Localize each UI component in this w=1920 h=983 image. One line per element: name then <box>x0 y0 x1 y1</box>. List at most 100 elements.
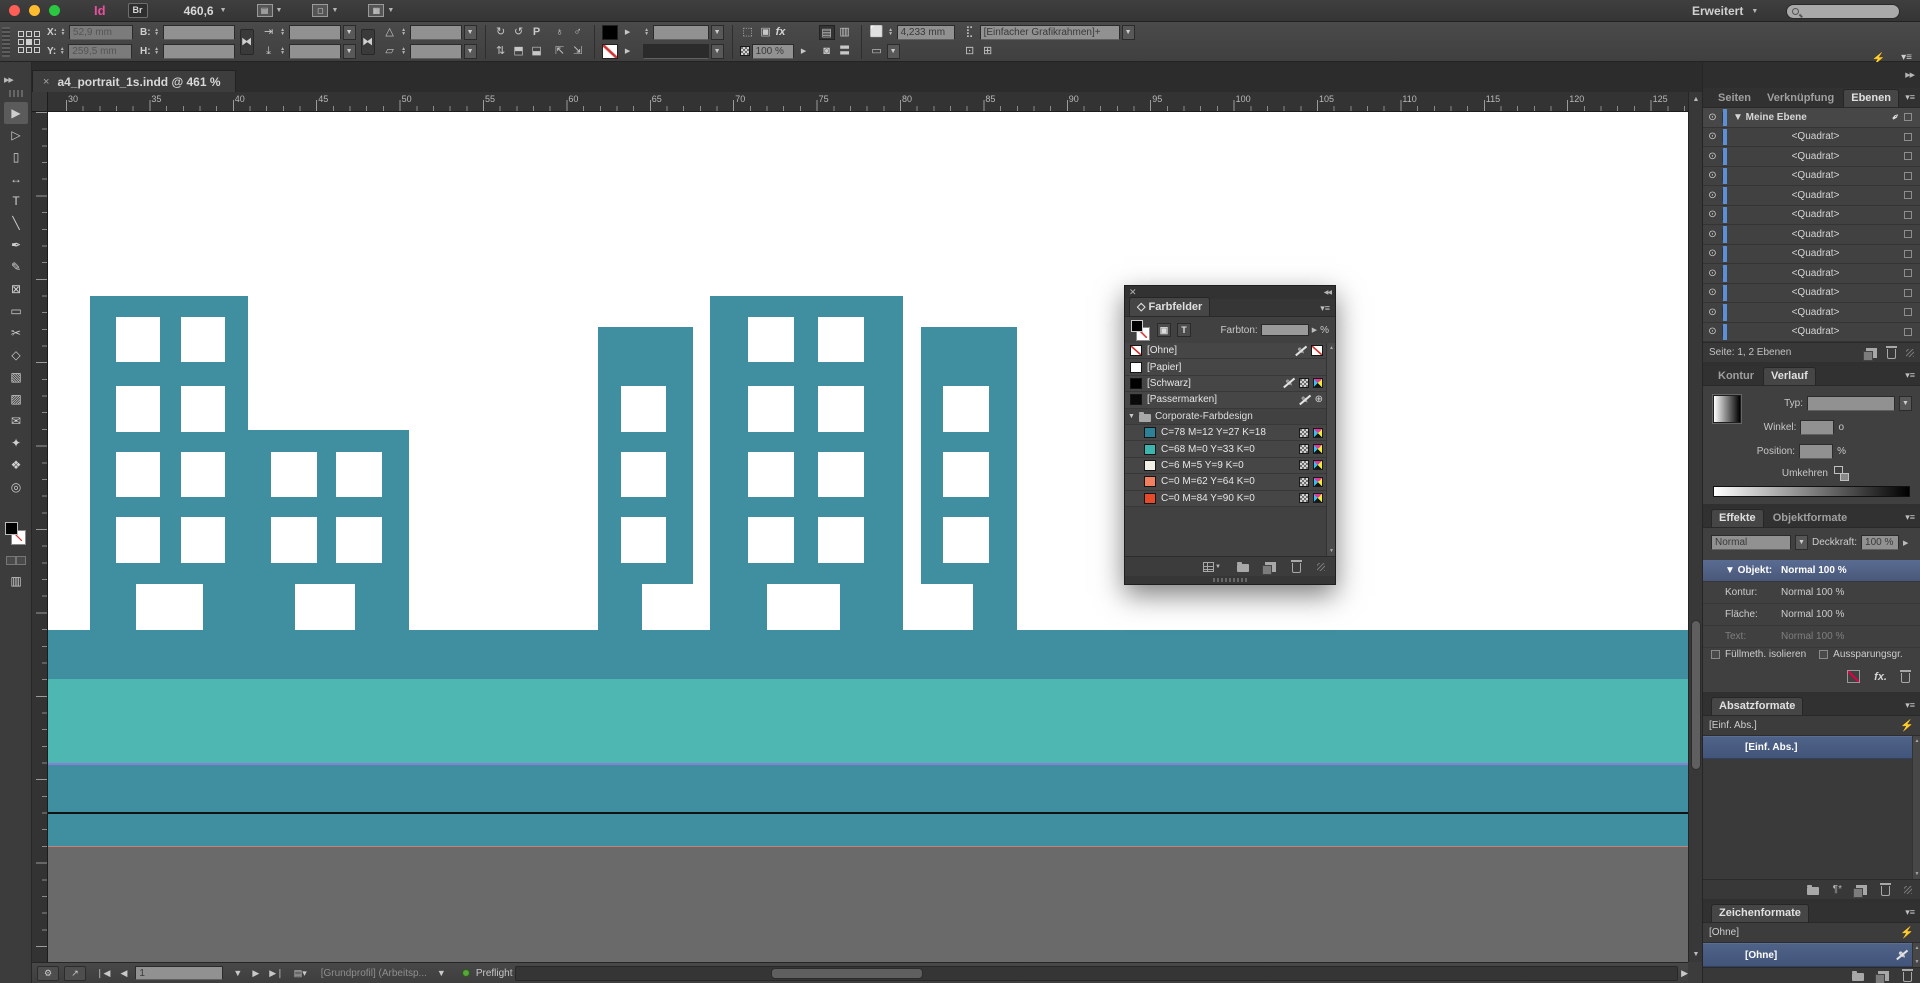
layer-object-row[interactable]: ⊙<Quadrat> <box>1703 147 1920 167</box>
page-number-field[interactable]: 1 <box>135 966 223 980</box>
object-select-box[interactable] <box>1904 289 1912 297</box>
layer-object-row[interactable]: ⊙<Quadrat> <box>1703 245 1920 265</box>
eye-icon[interactable]: ⊙ <box>1703 209 1723 220</box>
object-select-box[interactable] <box>1904 230 1912 238</box>
swatch-row[interactable]: [Passermarken]✎⊕ <box>1125 392 1335 408</box>
width-stepper[interactable]: ▲▼ <box>153 28 161 36</box>
reference-point-proxy[interactable] <box>18 31 40 53</box>
stroke-style-dropdown[interactable] <box>643 44 709 59</box>
gradient-ramp[interactable] <box>1713 486 1910 497</box>
object-select-box[interactable] <box>1904 191 1912 199</box>
preflight-profile-dropdown[interactable]: [Grundprofil] (Arbeitsp... <box>321 968 427 979</box>
flip-horizontal-button[interactable]: P <box>529 25 545 40</box>
line-tool-icon[interactable]: ╲ <box>4 212 28 234</box>
document-canvas[interactable] <box>48 112 1688 962</box>
fill-stroke-proxy[interactable] <box>5 522 27 546</box>
eye-icon[interactable]: ⊙ <box>1703 190 1723 201</box>
chevron-down-icon[interactable]: ▼ <box>464 25 477 40</box>
workspace-switcher[interactable]: Erweitert ▼ <box>1692 4 1758 18</box>
eye-icon[interactable]: ⊙ <box>1703 326 1723 337</box>
constrain-proportions-link-icon[interactable]: ⧓ <box>240 29 254 55</box>
scale-y-field[interactable] <box>289 44 341 59</box>
color-band[interactable] <box>48 679 1688 763</box>
color-band[interactable] <box>48 814 1688 846</box>
fit-content-button[interactable]: ⊡ <box>962 44 978 59</box>
share-export-button[interactable]: ↗ <box>64 966 86 981</box>
x-field[interactable]: 52,9 mm <box>69 25 133 40</box>
chevron-down-icon[interactable]: ▼ <box>464 44 477 59</box>
object-select-box[interactable] <box>1904 328 1912 336</box>
width-field[interactable] <box>163 25 235 40</box>
object-select-box[interactable] <box>1904 172 1912 180</box>
minimize-window-button[interactable] <box>29 5 40 16</box>
eye-icon[interactable]: ⊙ <box>1703 248 1723 259</box>
building-shape[interactable] <box>921 327 1017 630</box>
scissors-tool-icon[interactable]: ✂ <box>4 322 28 344</box>
screen-mode-dropdown[interactable]: ◻▼ <box>312 4 338 17</box>
screen-mode-button[interactable]: ▥ <box>4 570 28 592</box>
gradient-thumbnail[interactable] <box>1713 395 1741 423</box>
swap-fill-stroke-button[interactable] <box>6 556 16 565</box>
object-select-box[interactable] <box>1904 250 1912 258</box>
building-shape[interactable] <box>90 296 248 630</box>
scroll-up-arrow[interactable]: ▲ <box>1689 93 1703 106</box>
shear-stepper[interactable]: ▲▼ <box>400 47 408 55</box>
vertical-scroll-thumb[interactable] <box>1691 620 1701 770</box>
quick-apply-icon[interactable]: ⚡ <box>1900 719 1914 732</box>
layer-object-row[interactable]: ⊙<Quadrat> <box>1703 264 1920 284</box>
swatch-row[interactable]: C=6 M=5 Y=9 K=0 <box>1125 458 1335 474</box>
frame-fitting-icon[interactable]: ⣏ <box>962 25 978 40</box>
page-bottom-edge[interactable] <box>48 846 1688 847</box>
blend-mode-dropdown[interactable]: Normal <box>1711 535 1791 550</box>
chevron-down-icon[interactable]: ▼ <box>343 25 356 40</box>
next-page-button[interactable]: ▶ <box>252 968 259 979</box>
constrain-scale-link-icon[interactable]: ⧓ <box>361 29 375 55</box>
arrange-documents-dropdown[interactable]: ▦▼ <box>368 4 394 17</box>
fx-menu-icon[interactable]: fx. <box>1874 671 1887 683</box>
search-input[interactable] <box>1786 4 1900 19</box>
horizontal-ruler[interactable]: 3035404550556065707580859095100105110115… <box>32 92 1688 112</box>
stroke-weight-stepper[interactable]: ▲▼ <box>643 28 651 36</box>
gradient-reverse-icon[interactable] <box>1832 466 1850 480</box>
default-fill-stroke-button[interactable] <box>16 556 26 565</box>
layer-object-row[interactable]: ⊙<Quadrat> <box>1703 323 1920 343</box>
delete-style-icon[interactable] <box>1881 886 1890 896</box>
scroll-right-arrow[interactable]: ▶ <box>1681 968 1688 979</box>
stroke-weight-field[interactable] <box>653 25 709 40</box>
object-select-box[interactable] <box>1904 152 1912 160</box>
character-style-item[interactable]: [Ohne] ✎ <box>1703 943 1920 967</box>
new-layer-icon[interactable] <box>1866 348 1877 358</box>
eye-icon[interactable]: ⊙ <box>1703 287 1723 298</box>
view-options-dropdown[interactable]: ▤▼ <box>257 4 283 17</box>
wrap-bounding-button[interactable]: ▥ <box>837 25 853 40</box>
new-style-icon[interactable] <box>1856 885 1867 895</box>
new-style-group-icon[interactable] <box>1807 887 1819 895</box>
layer-row[interactable]: ⊙▼ Meine Ebene✒ <box>1703 108 1920 128</box>
go-to-parent-button[interactable]: ⇱ <box>552 44 568 59</box>
delete-layer-icon[interactable] <box>1887 349 1896 359</box>
swatch-row[interactable]: C=68 M=0 Y=33 K=0 <box>1125 441 1335 457</box>
gap-tool-icon[interactable]: ↔ <box>4 168 28 190</box>
building-shape[interactable] <box>248 430 409 630</box>
wrap-shape-button[interactable]: ◙ <box>819 44 835 59</box>
gradient-type-dropdown[interactable] <box>1807 396 1895 411</box>
list-scrollbar[interactable]: ▲▼ <box>1912 736 1920 879</box>
tab-verlauf[interactable]: Verlauf <box>1763 367 1816 385</box>
eye-icon[interactable]: ⊙ <box>1703 131 1723 142</box>
expand-panels-icon[interactable]: ▶▶ <box>4 76 13 84</box>
page-tool-icon[interactable]: ▯ <box>4 146 28 168</box>
panel-resize-grip[interactable] <box>1317 563 1325 571</box>
opacity-value-field[interactable]: 100 % <box>1861 535 1899 550</box>
list-scrollbar[interactable]: ▲▼ <box>1912 943 1920 967</box>
tab-zeichenformate[interactable]: Zeichenformate <box>1711 904 1809 922</box>
tint-flyout-arrow[interactable]: ▶ <box>1312 326 1317 334</box>
chevron-down-icon[interactable]: ▼ <box>437 968 446 978</box>
chevron-down-icon[interactable]: ▼ <box>1128 413 1135 420</box>
building-shape[interactable] <box>598 327 693 630</box>
eyedropper-tool-icon[interactable]: ✦ <box>4 432 28 454</box>
direct-selection-tool-icon[interactable]: ▷ <box>4 124 28 146</box>
effects-row-objekta[interactable]: ▼ Objekt:Normal 100 % <box>1703 560 1920 582</box>
page-menu-icon[interactable]: ▤▾ <box>294 968 307 979</box>
drop-shadow-button[interactable]: ▣ <box>758 25 774 40</box>
collapse-panel-icon[interactable]: ◀◀ <box>1324 289 1331 296</box>
